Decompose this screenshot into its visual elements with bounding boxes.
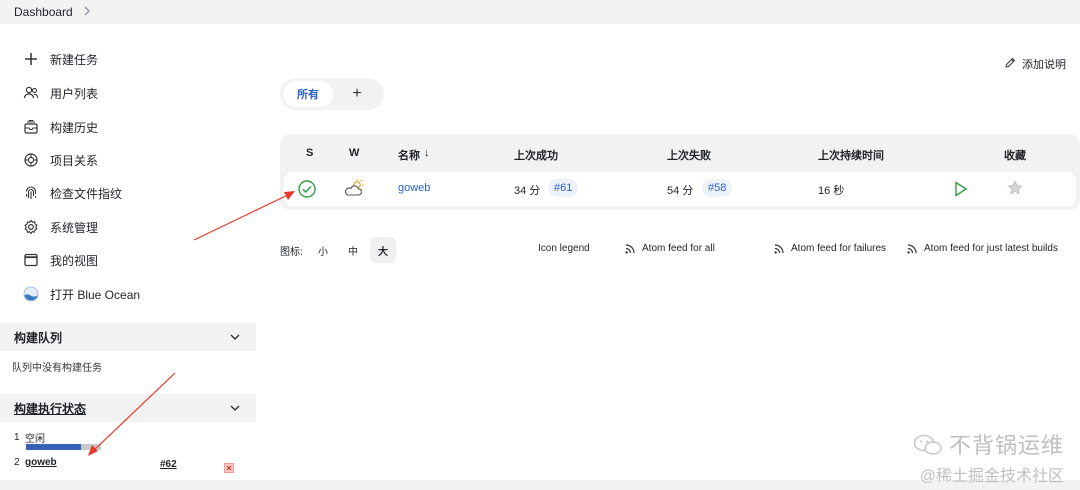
job-name-link[interactable]: goweb [398,182,430,194]
build-queue-empty: 队列中没有构建任务 [12,363,102,374]
pencil-icon [1004,57,1022,72]
job-table-header: S W 名称 ↓ 上次成功 上次失败 上次持续时间 收藏 [280,134,1080,172]
header-name[interactable]: 名称 [398,147,420,163]
sidebar-item-label: 新建任务 [50,52,99,67]
watermark-title: 不背锅运维 [913,428,1064,460]
add-description-label: 添加说明 [1022,59,1066,71]
executor-status-title[interactable]: 构建执行状态 [14,400,86,417]
success-status-icon [297,179,317,202]
build-queue-header[interactable]: 构建队列 [0,323,256,351]
executor-number: 1 [14,432,20,443]
job-table: S W 名称 ↓ 上次成功 上次失败 上次持续时间 收藏 goweb 34 分 … [280,134,1080,210]
feed-latest-label: Atom feed for just latest builds [924,243,1058,254]
add-description-button[interactable]: 添加说明 [1004,56,1066,72]
executor-row: 1 空闲 [14,430,45,445]
gear-icon [22,218,40,236]
sidebar-item-label: 我的视图 [50,253,99,268]
breadcrumb-dashboard[interactable]: Dashboard [14,5,73,19]
sidebar-item-project-relation[interactable]: 项目关系 [22,149,98,171]
sidebar-item-users[interactable]: 用户列表 [22,82,98,104]
executor-build-link[interactable]: #62 [160,459,177,470]
sidebar-item-label: 打开 Blue Ocean [50,287,141,302]
stop-build-icon[interactable] [224,460,234,478]
executor-progress-fill [26,444,81,450]
feed-all-label: Atom feed for all [642,243,715,254]
sidebar-item-label: 用户列表 [50,86,99,101]
feed-failures-link[interactable]: Atom feed for failures [774,243,886,254]
add-view-button[interactable]: + [333,81,381,107]
sidebar-item-label: 检查文件指纹 [50,186,123,201]
icon-size-small[interactable]: 小 [310,237,336,263]
build-queue-title: 构建队列 [14,330,63,345]
header-last-failure[interactable]: 上次失败 [667,147,711,163]
rss-icon [774,243,784,254]
table-row: goweb 34 分 #61 54 分 #58 16 秒 [284,172,1076,206]
users-icon [22,84,40,102]
last-failure-build-link[interactable]: #58 [702,179,733,197]
sidebar-item-label: 项目关系 [50,153,99,168]
feed-latest-link[interactable]: Atom feed for just latest builds [907,243,1058,254]
fingerprint-icon [22,184,40,202]
executor-number: 2 [14,457,20,468]
sidebar-item-new-job[interactable]: 新建任务 [22,48,98,70]
rss-icon [907,243,917,254]
executor-status-header[interactable]: 构建执行状态 [0,394,256,422]
breadcrumb-chevron-icon[interactable] [83,5,91,19]
relation-icon [22,151,40,169]
icon-size-label: 图标: [280,247,303,258]
sidebar-item-fingerprint[interactable]: 检查文件指纹 [22,182,122,204]
sidebar-item-label: 构建历史 [50,120,99,135]
feed-all-link[interactable]: Atom feed for all [625,243,715,254]
header-weather[interactable]: W [349,147,359,159]
sidebar-item-my-views[interactable]: 我的视图 [22,249,98,271]
sidebar: 新建任务 用户列表 构建历史 项目关系 检查文件指纹 系统管理 我的视图 打开 [0,24,258,490]
header-last-success[interactable]: 上次成功 [514,147,558,163]
rss-icon [625,243,635,254]
icon-size-medium[interactable]: 中 [340,237,366,263]
watermark-subtitle: @稀土掘金技术社区 [919,468,1064,485]
executor-status: 空闲 [25,434,45,445]
executor-job-link[interactable]: goweb [25,457,57,468]
sidebar-item-build-history[interactable]: 构建历史 [22,116,98,138]
view-tabs: 所有 + [280,78,384,110]
last-duration: 16 秒 [818,185,845,197]
executor-progress-bar [26,444,101,450]
last-success-time: 34 分 [514,185,541,197]
blue-ocean-icon [22,285,40,303]
play-build-icon[interactable] [954,181,968,200]
favorite-star-icon[interactable] [1007,180,1023,199]
breadcrumb: Dashboard [0,0,1080,24]
watermark: 不背锅运维 @稀土掘金技术社区 [913,428,1064,486]
sidebar-item-label: 系统管理 [50,220,99,235]
header-favorite[interactable]: 收藏 [1004,147,1026,163]
icon-size-large[interactable]: 大 [370,237,396,263]
window-icon [22,251,40,269]
sidebar-item-system-admin[interactable]: 系统管理 [22,216,98,238]
partly-sunny-weather-icon [343,178,365,201]
last-failure-time: 54 分 [667,185,694,197]
chevron-down-icon[interactable] [230,330,240,344]
sort-arrow-icon[interactable]: ↓ [424,147,430,159]
chevron-down-icon[interactable] [230,401,240,415]
jenkins-dashboard: Dashboard 新建任务 用户列表 构建历史 项目关系 检查文件指纹 系统管 [0,0,1080,490]
legend-bar: 图标: 小 中 大 Icon legend Atom feed for all … [280,237,1080,263]
wechat-icon [913,434,942,455]
header-last-duration[interactable]: 上次持续时间 [818,147,884,163]
header-status[interactable]: S [306,147,313,159]
main-panel: 添加说明 所有 + S W 名称 ↓ 上次成功 上次失败 上次持续时间 收藏 g… [258,24,1080,480]
history-icon [22,118,40,136]
icon-legend-link[interactable]: Icon legend [538,243,590,254]
tab-all[interactable]: 所有 [283,81,333,107]
last-success-build-link[interactable]: #61 [548,179,579,197]
sidebar-item-blue-ocean[interactable]: 打开 Blue Ocean [22,283,140,305]
feed-failures-label: Atom feed for failures [791,243,887,254]
executor-row: 2 goweb [14,457,57,468]
plus-icon [22,50,40,68]
